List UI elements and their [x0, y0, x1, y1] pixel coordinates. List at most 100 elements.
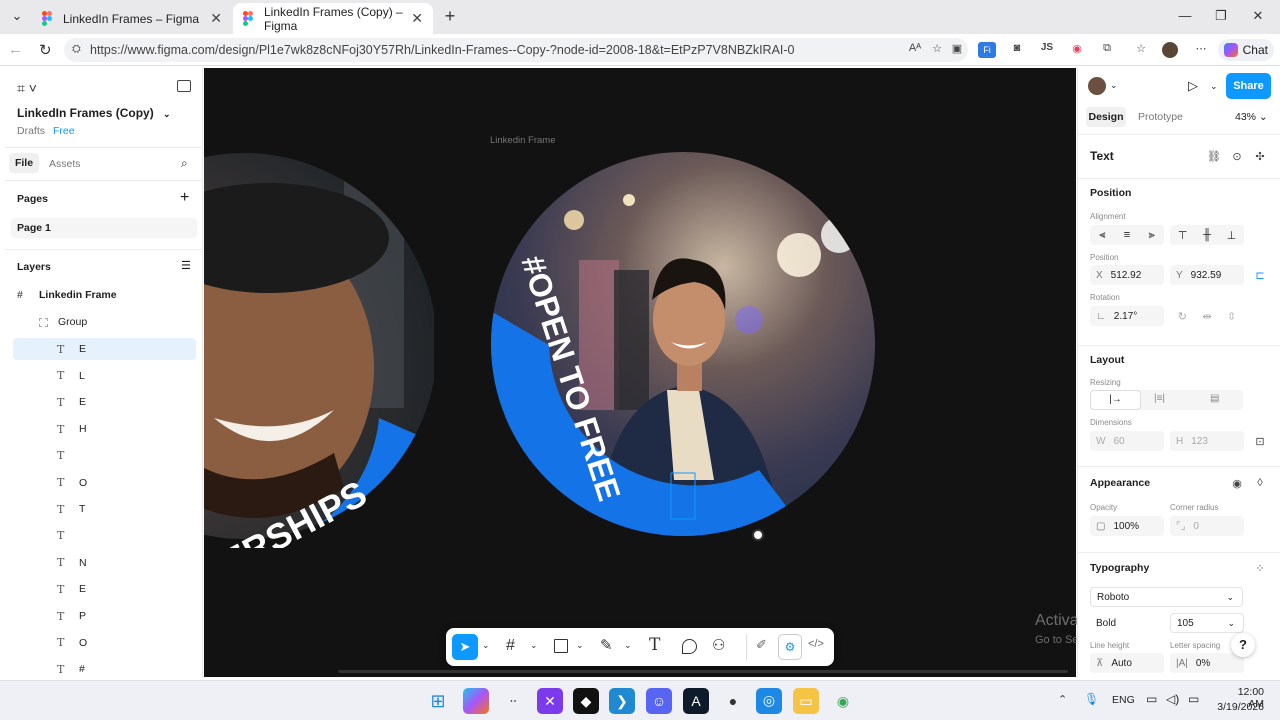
font-family-select[interactable]: Roboto ⌄ — [1090, 587, 1243, 607]
file-explorer-icon[interactable]: ▭ — [793, 688, 819, 714]
rotate-icon[interactable]: ↻ — [1178, 310, 1187, 323]
toggle-sidebar-icon[interactable] — [177, 80, 191, 92]
page-item-1[interactable]: Page 1 — [11, 218, 197, 238]
resize-to-fit-icon[interactable]: ⊡ — [1250, 431, 1270, 451]
create-component-icon[interactable]: ✣ — [1250, 146, 1270, 166]
move-tool-icon[interactable]: ➤ — [452, 634, 478, 660]
zoom-dropdown[interactable]: 43% ⌄ — [1235, 111, 1268, 123]
font-size-input[interactable]: 105 ⌄ — [1170, 613, 1244, 633]
fixed-size-icon[interactable]: ▤ — [1210, 393, 1219, 404]
tab-assets[interactable]: Assets — [49, 158, 81, 170]
rectangle-tool-icon[interactable] — [554, 639, 568, 653]
type-settings-icon[interactable]: ⁘ — [1250, 558, 1270, 578]
chrome-app-icon[interactable]: ◉ — [830, 688, 856, 714]
flip-horizontal-icon[interactable]: ⇹ — [1202, 310, 1211, 323]
layer-text-item[interactable]: TP — [13, 605, 196, 627]
main-profile-frame[interactable]: #OPEN TO FREE — [489, 150, 879, 540]
dev-mode-icon[interactable]: </> — [808, 638, 824, 650]
link-icon[interactable]: ⛓ — [1204, 146, 1224, 166]
cursor-app-icon[interactable]: ◆ — [573, 688, 599, 714]
layer-text-item[interactable]: TE — [13, 578, 196, 600]
layer-options-icon[interactable]: ☰ — [181, 259, 191, 272]
layer-frame[interactable]: # Linkedin Frame — [13, 284, 196, 306]
layer-text-item[interactable]: TO — [13, 632, 196, 654]
font-weight-select[interactable]: Bold — [1090, 613, 1164, 633]
layer-text-item[interactable]: TE — [13, 338, 196, 360]
figma-main-menu-icon[interactable]: ⌗ ˅ — [17, 80, 37, 97]
battery-icon[interactable]: ▭ — [1188, 692, 1199, 706]
window-close-icon[interactable]: ✕ — [1245, 5, 1271, 27]
minimize-icon[interactable]: — — [1172, 5, 1198, 27]
y-position-input[interactable]: Y 932.59 — [1170, 265, 1244, 285]
width-input[interactable]: W 60 — [1090, 431, 1164, 451]
reload-icon[interactable]: ↻ — [39, 41, 52, 59]
frame-tool-icon[interactable]: # — [506, 637, 515, 655]
more-menu-icon[interactable]: ⋯ — [1192, 42, 1210, 58]
close-tab-icon[interactable]: ✕ — [210, 10, 222, 27]
tab-list-chevron-icon[interactable]: ⌄ — [4, 5, 30, 27]
x-position-input[interactable]: X 512.92 — [1090, 265, 1164, 285]
fixed-width-icon[interactable]: |→ — [1090, 390, 1141, 410]
layer-group[interactable]: Group — [13, 311, 196, 333]
tab-prototype[interactable]: Prototype — [1138, 111, 1183, 123]
windows-start-icon[interactable]: ⊞ — [425, 688, 451, 714]
constraints-icon[interactable]: ⊏ — [1250, 265, 1270, 285]
chevron-down-icon[interactable]: ⌄ — [576, 640, 584, 651]
extension-fi-icon[interactable]: Fi — [978, 42, 996, 58]
align-top-icon[interactable]: ⊤ — [1178, 229, 1188, 242]
split-screen-icon[interactable]: ▣ — [948, 42, 966, 58]
network-icon[interactable]: ▭ — [1146, 692, 1157, 706]
layer-text-item[interactable]: TT — [13, 498, 196, 520]
align-left-icon[interactable]: ⫷ — [1099, 229, 1105, 242]
color-extension-icon[interactable]: ◉ — [1068, 42, 1086, 58]
horizontal-scrollbar[interactable] — [338, 670, 1068, 673]
favorite-star-icon[interactable]: ☆ — [928, 42, 946, 58]
discord-app-icon[interactable]: ☺ — [646, 688, 672, 714]
tab-design[interactable]: Design — [1086, 107, 1126, 127]
auto-height-icon[interactable]: |≡| — [1154, 393, 1165, 404]
draw-mode-icon[interactable]: ✐ — [756, 637, 767, 653]
layer-text-item[interactable]: T — [13, 445, 196, 467]
letter-spacing-input[interactable]: |A| 0% — [1170, 653, 1244, 673]
height-input[interactable]: H 123 — [1170, 431, 1244, 451]
align-middle-icon[interactable]: ╫ — [1203, 229, 1211, 241]
opacity-input[interactable]: ▢ 100% — [1090, 516, 1164, 536]
extension-js-icon[interactable]: JS — [1038, 42, 1056, 58]
plan-badge[interactable]: Free — [53, 125, 75, 137]
copilot-chat-button[interactable]: Chat — [1218, 39, 1274, 61]
chevron-down-icon[interactable]: ⌄ — [1110, 80, 1118, 91]
layer-text-item[interactable]: TH — [13, 418, 196, 440]
new-tab-icon[interactable]: + — [437, 5, 463, 27]
comment-tool-icon[interactable] — [682, 639, 697, 654]
profile-avatar[interactable] — [1162, 42, 1178, 58]
share-button[interactable]: Share — [1226, 73, 1271, 99]
blend-mode-drop-icon[interactable]: ◊ — [1250, 473, 1270, 493]
visibility-eye-icon[interactable]: ◉ — [1227, 473, 1247, 493]
search-icon[interactable]: ⌕ — [181, 156, 188, 171]
read-aloud-icon[interactable]: Aᴬ — [906, 42, 924, 58]
component-instance-icon[interactable]: ⊙ — [1227, 146, 1247, 166]
vscode-app-icon[interactable]: ❯ — [609, 688, 635, 714]
present-play-icon[interactable]: ▷ — [1188, 78, 1198, 94]
user-avatar[interactable] — [1088, 77, 1106, 95]
collections-icon[interactable]: ☆ — [1132, 42, 1150, 58]
layer-text-item[interactable]: TL — [13, 365, 196, 387]
maximize-icon[interactable]: ❐ — [1208, 5, 1234, 27]
line-height-input[interactable]: ⊼ Auto — [1090, 653, 1164, 673]
corner-radius-input[interactable]: ⌜⌟ 0 — [1170, 516, 1244, 536]
drafts-link[interactable]: Drafts — [17, 125, 45, 137]
edge-app-icon[interactable]: ◎ — [756, 688, 782, 714]
design-canvas[interactable]: Linkedin Frame NERSHIPS #OPEN TO FREE ➤ … — [204, 68, 1076, 677]
layer-text-item[interactable]: T # — [13, 658, 196, 680]
back-icon[interactable]: ← — [8, 41, 23, 58]
tray-chevron-up-icon[interactable]: ⌃ — [1058, 693, 1067, 706]
rotation-input[interactable]: ∟ 2.17° — [1090, 306, 1164, 326]
clock-date[interactable]: 3/19/2026 — [1216, 701, 1264, 713]
app-a-icon[interactable]: A — [683, 688, 709, 714]
left-profile-frame[interactable]: NERSHIPS — [204, 148, 434, 548]
chevron-down-icon[interactable]: ⌄ — [482, 640, 490, 651]
flip-vertical-icon[interactable]: ⇳ — [1227, 310, 1236, 323]
extensions-puzzle-icon[interactable]: ⧉ — [1098, 42, 1116, 58]
align-bottom-icon[interactable]: ⊥ — [1227, 229, 1237, 242]
pen-tool-icon[interactable]: ✎ — [600, 636, 613, 654]
